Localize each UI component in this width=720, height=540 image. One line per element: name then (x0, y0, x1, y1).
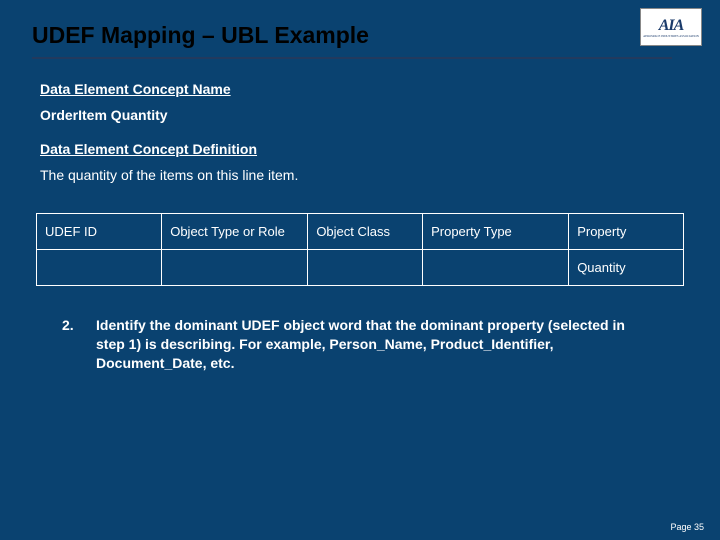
table-row: Quantity (37, 250, 684, 286)
slide-title: UDEF Mapping – UBL Example (32, 22, 672, 57)
th-object-class: Object Class (308, 214, 423, 250)
step-text: Identify the dominant UDEF object word t… (96, 316, 644, 373)
page-number: Page 35 (670, 522, 704, 532)
logo-subtext: AEROSPACE INDUSTRIES ASSOCIATION (643, 35, 699, 38)
concept-def-label: Data Element Concept Definition (40, 141, 680, 157)
th-property: Property (569, 214, 684, 250)
concept-name-value: OrderItem Quantity (40, 107, 680, 123)
concept-def-value: The quantity of the items on this line i… (40, 167, 680, 183)
aia-logo: AIA AEROSPACE INDUSTRIES ASSOCIATION (640, 8, 702, 46)
concept-name-label: Data Element Concept Name (40, 81, 680, 97)
td-property: Quantity (569, 250, 684, 286)
td-object-class (308, 250, 423, 286)
td-udef-id (37, 250, 162, 286)
td-property-type (423, 250, 569, 286)
th-udef-id: UDEF ID (37, 214, 162, 250)
th-object-type: Object Type or Role (162, 214, 308, 250)
logo-text: AIA (659, 17, 684, 35)
td-object-type (162, 250, 308, 286)
table-header-row: UDEF ID Object Type or Role Object Class… (37, 214, 684, 250)
step-item: 2. Identify the dominant UDEF object wor… (62, 316, 644, 373)
th-property-type: Property Type (423, 214, 569, 250)
mapping-table: UDEF ID Object Type or Role Object Class… (36, 213, 684, 286)
step-number: 2. (62, 316, 96, 373)
